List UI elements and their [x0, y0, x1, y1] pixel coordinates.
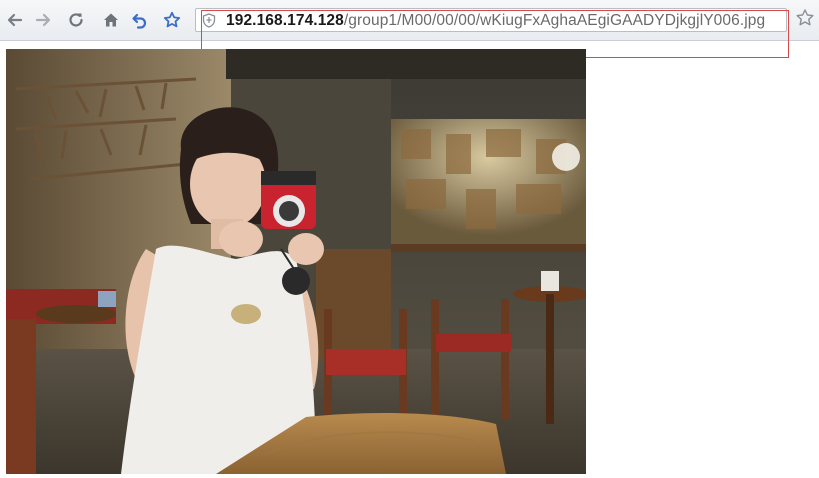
- home-icon: [102, 11, 120, 29]
- bookmark-star-icon: [795, 8, 815, 33]
- reload-button[interactable]: [64, 8, 88, 32]
- undo-button[interactable]: [128, 8, 152, 32]
- back-button[interactable]: [3, 8, 27, 32]
- forward-button[interactable]: [31, 8, 55, 32]
- url-text: 192.168.174.128/group1/M00/00/00/wKiugFx…: [226, 11, 765, 31]
- content-image[interactable]: [6, 49, 586, 474]
- shield-icon: [202, 13, 216, 31]
- url-path: /group1/M00/00/00/wKiugFxAghaAEgiGAADYDj…: [343, 12, 766, 29]
- url-host: 192.168.174.128: [226, 12, 344, 29]
- photo-illustration: [6, 49, 586, 474]
- back-icon: [6, 11, 24, 29]
- forward-icon: [34, 11, 52, 29]
- address-bar[interactable]: 192.168.174.128/group1/M00/00/00/wKiugFx…: [195, 8, 787, 32]
- star-icon: [163, 11, 181, 29]
- bookmark-button[interactable]: [793, 8, 817, 32]
- undo-icon: [131, 11, 149, 29]
- reload-icon: [67, 11, 85, 29]
- home-button[interactable]: [99, 8, 123, 32]
- favorites-button[interactable]: [160, 8, 184, 32]
- browser-toolbar: 192.168.174.128/group1/M00/00/00/wKiugFx…: [0, 0, 819, 41]
